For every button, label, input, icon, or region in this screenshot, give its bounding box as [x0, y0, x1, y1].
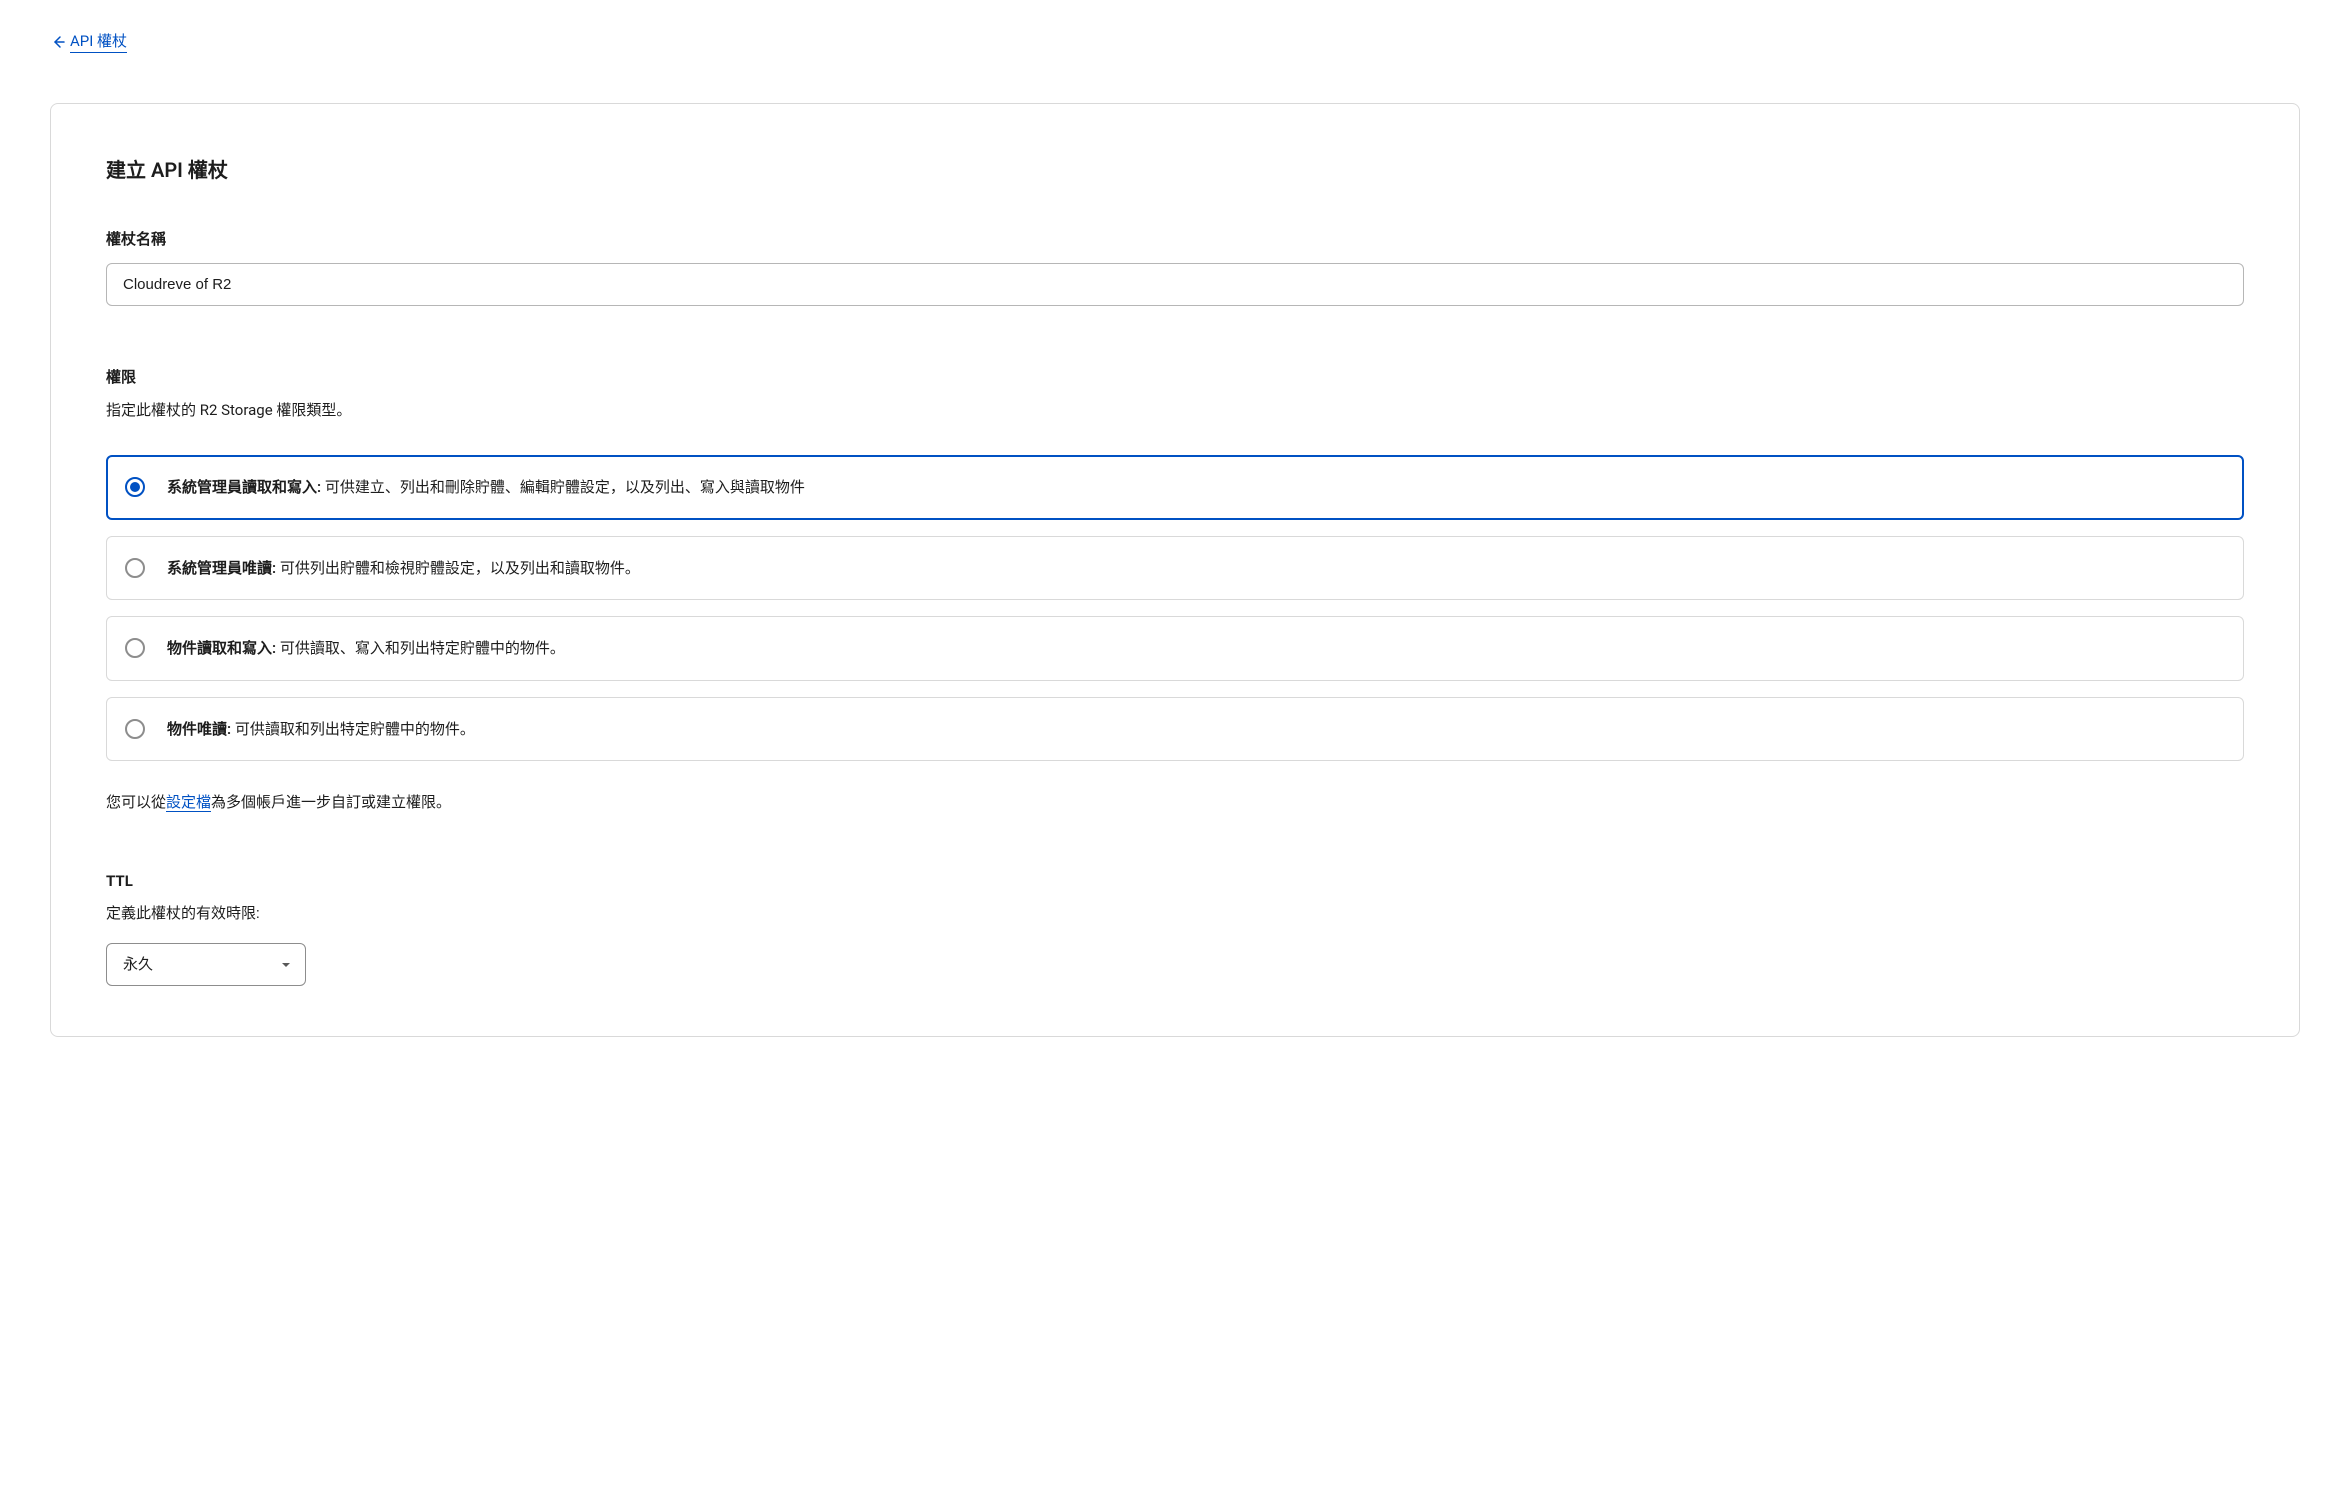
ttl-label: TTL — [106, 872, 2244, 890]
radio-label: 系統管理員讀取和寫入: 可供建立、列出和刪除貯體、編輯貯體設定，以及列出、寫入與… — [167, 476, 805, 499]
permissions-title: 權限 — [106, 366, 2244, 387]
permissions-description: 指定此權杖的 R2 Storage 權限類型。 — [106, 399, 2244, 420]
ttl-select[interactable]: 永久 — [106, 943, 306, 986]
back-link[interactable]: API 權杖 — [50, 30, 127, 53]
ttl-section: TTL 定義此權杖的有效時限: 永久 — [106, 872, 2244, 986]
radio-option-admin-ro[interactable]: 系統管理員唯讀: 可供列出貯體和檢視貯體設定，以及列出和讀取物件。 — [106, 536, 2244, 601]
radio-description: 可供列出貯體和檢視貯體設定，以及列出和讀取物件。 — [276, 559, 640, 577]
permissions-helper: 您可以從設定檔為多個帳戶進一步自訂或建立權限。 — [106, 791, 2244, 812]
form-card: 建立 API 權杖 權杖名稱 權限 指定此權杖的 R2 Storage 權限類型… — [50, 103, 2300, 1037]
radio-title: 物件唯讀: — [167, 720, 231, 738]
permissions-radio-group: 系統管理員讀取和寫入: 可供建立、列出和刪除貯體、編輯貯體設定，以及列出、寫入與… — [106, 455, 2244, 761]
radio-description: 可供讀取和列出特定貯體中的物件。 — [231, 720, 475, 738]
radio-label: 物件讀取和寫入: 可供讀取、寫入和列出特定貯體中的物件。 — [167, 637, 565, 660]
radio-icon — [125, 477, 145, 497]
radio-description: 可供建立、列出和刪除貯體、編輯貯體設定，以及列出、寫入與讀取物件 — [321, 478, 805, 496]
radio-label: 物件唯讀: 可供讀取和列出特定貯體中的物件。 — [167, 718, 475, 741]
radio-option-object-rw[interactable]: 物件讀取和寫入: 可供讀取、寫入和列出特定貯體中的物件。 — [106, 616, 2244, 681]
helper-suffix: 為多個帳戶進一步自訂或建立權限。 — [211, 793, 451, 811]
token-name-field: 權杖名稱 — [106, 228, 2244, 366]
radio-title: 系統管理員唯讀: — [167, 559, 276, 577]
radio-title: 系統管理員讀取和寫入: — [167, 478, 321, 496]
radio-option-admin-rw[interactable]: 系統管理員讀取和寫入: 可供建立、列出和刪除貯體、編輯貯體設定，以及列出、寫入與… — [106, 455, 2244, 520]
page-title: 建立 API 權杖 — [106, 154, 2244, 183]
helper-prefix: 您可以從 — [106, 793, 166, 811]
radio-icon — [125, 638, 145, 658]
ttl-description: 定義此權杖的有效時限: — [106, 902, 2244, 923]
radio-icon — [125, 558, 145, 578]
radio-description: 可供讀取、寫入和列出特定貯體中的物件。 — [276, 639, 565, 657]
radio-icon — [125, 719, 145, 739]
back-link-label: API 權杖 — [70, 30, 127, 53]
radio-title: 物件讀取和寫入: — [167, 639, 276, 657]
radio-option-object-ro[interactable]: 物件唯讀: 可供讀取和列出特定貯體中的物件。 — [106, 697, 2244, 762]
arrow-left-icon — [50, 34, 66, 50]
token-name-input[interactable] — [106, 263, 2244, 306]
settings-profile-link[interactable]: 設定檔 — [166, 793, 211, 812]
ttl-select-wrapper: 永久 — [106, 943, 306, 986]
permissions-section: 權限 指定此權杖的 R2 Storage 權限類型。 系統管理員讀取和寫入: 可… — [106, 366, 2244, 812]
radio-label: 系統管理員唯讀: 可供列出貯體和檢視貯體設定，以及列出和讀取物件。 — [167, 557, 640, 580]
token-name-label: 權杖名稱 — [106, 228, 2244, 249]
